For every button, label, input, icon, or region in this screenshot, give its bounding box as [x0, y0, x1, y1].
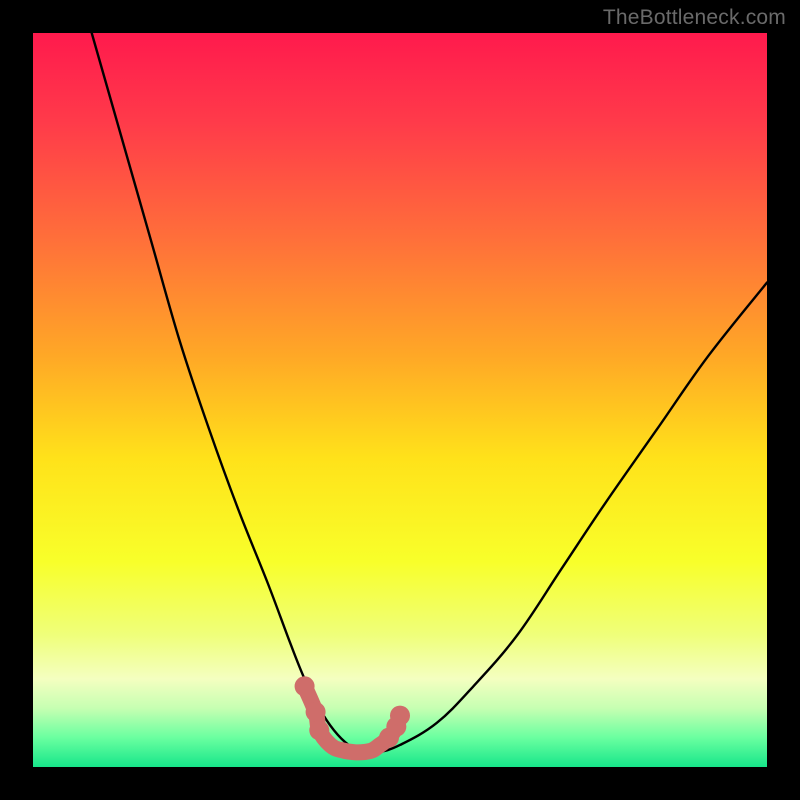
- chart-stage: TheBottleneck.com: [0, 0, 800, 800]
- sweet-spot-dot: [390, 706, 410, 726]
- bottleneck-chart: [0, 0, 800, 800]
- sweet-spot-dot: [306, 702, 326, 722]
- sweet-spot-dot: [295, 676, 315, 696]
- plot-background: [33, 33, 767, 767]
- sweet-spot-dot: [309, 720, 329, 740]
